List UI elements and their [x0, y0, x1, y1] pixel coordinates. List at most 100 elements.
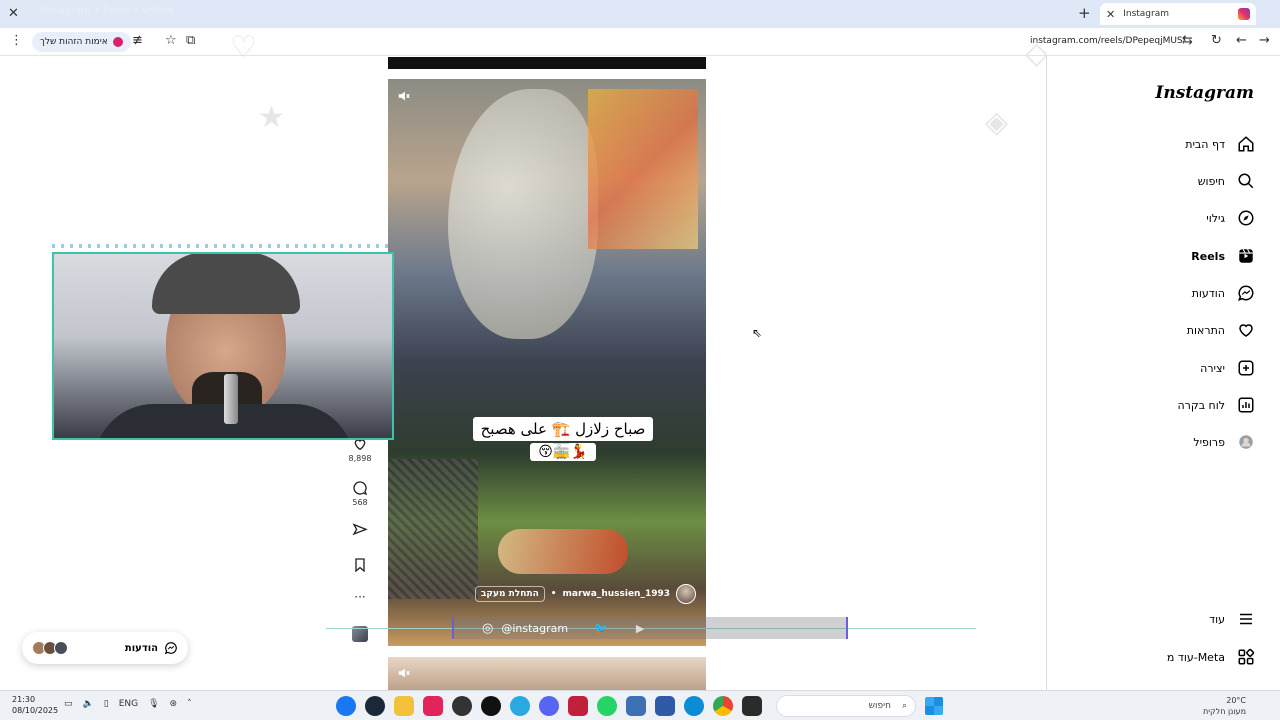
windows-start-icon[interactable] — [925, 697, 943, 715]
comments-count: 568 — [352, 498, 368, 507]
plus-square-icon — [1238, 360, 1254, 376]
new-tab-button[interactable]: + — [1078, 4, 1091, 22]
verify-identity-button[interactable]: אימות הזהות שלך — [32, 32, 131, 52]
video-content — [388, 459, 478, 599]
sidebar-item-home[interactable]: דף הבית — [1046, 129, 1280, 159]
comment-action[interactable]: 568 — [346, 480, 374, 507]
instagram-favicon-icon — [1238, 8, 1250, 20]
sidebar-item-search[interactable]: חיפוש — [1046, 166, 1280, 196]
sidebar-item-label: גילוי — [1206, 211, 1225, 225]
sidebar-item-explore[interactable]: גילוי — [1046, 203, 1280, 233]
taskbar-search[interactable]: חיפוש ⌕ — [776, 695, 916, 717]
network-icon[interactable]: ▯ — [104, 699, 109, 709]
stream-social-bar: ◎ @instagram 🐦 ▶ — [452, 617, 848, 639]
sidebar-item-profile[interactable]: פרופיל — [1046, 427, 1280, 457]
edge-icon[interactable] — [684, 696, 704, 716]
weather-temp: 20°C — [1226, 696, 1246, 705]
sidebar-item-label: התראות — [1186, 323, 1225, 337]
messages-label: הודעות — [124, 642, 158, 654]
terminal-icon[interactable] — [742, 696, 762, 716]
forward-icon[interactable]: → — [1259, 33, 1270, 48]
mute-icon[interactable] — [397, 666, 411, 680]
sidebar-item-notifications[interactable]: התראות — [1046, 315, 1280, 345]
microphone — [224, 374, 238, 424]
clock[interactable]: 21:30 08/10/2025 — [12, 694, 58, 716]
heart-decoration-icon: ♡ — [230, 30, 257, 65]
clock-time: 21:30 — [12, 695, 36, 704]
bookmark-icon[interactable] — [352, 557, 368, 573]
sidebar-item-label: עוד — [1209, 612, 1225, 626]
steam-icon[interactable] — [365, 696, 385, 716]
weather-widget[interactable]: 20°C מעונן חלקית — [1203, 695, 1246, 717]
send-icon[interactable] — [352, 522, 368, 538]
more-options-icon[interactable]: ··· — [346, 590, 374, 604]
volume-icon[interactable]: 🔈 — [83, 699, 94, 709]
tiktok-icon[interactable] — [481, 696, 501, 716]
reading-list-icon[interactable]: ≢ — [132, 33, 143, 48]
close-icon[interactable]: ✕ — [1106, 8, 1115, 21]
next-reel[interactable] — [388, 657, 706, 690]
whatsapp-icon[interactable] — [597, 696, 617, 716]
follow-button[interactable]: התחלת מעקב — [474, 586, 545, 602]
store-icon[interactable] — [655, 696, 675, 716]
search-icon — [1238, 173, 1254, 189]
reload-icon[interactable]: ↻ — [1211, 33, 1222, 48]
instagram-logo[interactable]: Instagram — [1155, 83, 1254, 103]
microphone-icon[interactable]: 🎙 — [148, 699, 159, 709]
sidebar-item-create[interactable]: יצירה — [1046, 353, 1280, 383]
grid-icon — [1238, 648, 1255, 665]
mouse-cursor-icon: ⇖ — [752, 326, 763, 340]
sidebar-item-reels[interactable]: Reels — [1046, 241, 1280, 271]
sidebar-item-label: יצירה — [1200, 361, 1225, 375]
sidebar-item-also-from-meta[interactable]: עוד מ-Meta — [1046, 642, 1280, 672]
kebab-menu-icon[interactable]: ⋮ — [10, 33, 23, 48]
comment-icon[interactable] — [352, 480, 368, 496]
chrome-icon[interactable] — [713, 696, 733, 716]
streamer-cap — [152, 254, 300, 314]
battery-icon[interactable]: ▭ — [64, 699, 73, 709]
tab-instagram[interactable]: ✕ Instagram — [1100, 3, 1256, 25]
back-icon[interactable]: ← — [1236, 33, 1247, 48]
obs-icon[interactable] — [452, 696, 472, 716]
language-indicator[interactable]: ENG — [119, 699, 138, 709]
close-icon[interactable]: ✕ — [8, 6, 19, 21]
share-action[interactable] — [346, 522, 374, 540]
sidebar-item-more[interactable]: עוד — [1046, 604, 1280, 634]
compass-icon — [1238, 210, 1254, 226]
video-content — [588, 89, 698, 249]
separator-dot: • — [550, 589, 557, 599]
sidebar-item-label: לוח בקרה — [1177, 398, 1226, 412]
address-bar[interactable]: instagram.com/reels/DPepeqjMUS/ — [1030, 36, 1186, 46]
mute-icon[interactable] — [397, 89, 411, 103]
like-action[interactable]: 8,898 — [346, 436, 374, 463]
sidebar-item-label: Reels — [1191, 249, 1225, 263]
system-tray: ▭ 🔈 ▯ ENG 🎙 ⊛ ˄ — [64, 699, 192, 709]
tiktok-studio-icon[interactable] — [423, 696, 443, 716]
star-decoration-icon: ★ — [258, 100, 285, 135]
video-content — [498, 529, 628, 574]
reel-username[interactable]: marwa_hussien_1993 — [563, 589, 670, 599]
messages-floating-button[interactable]: הודעות — [22, 632, 188, 664]
sidebar-item-dashboard[interactable]: לוח בקרה — [1046, 390, 1280, 420]
app-tray-icon[interactable]: ⊛ — [170, 699, 178, 709]
avatar[interactable] — [676, 584, 696, 604]
messenger-icon — [164, 642, 177, 655]
reel-video[interactable]: صباح زلازل 🏗️ على هصبح 😚🚋💃 התחלת מעקב • … — [388, 79, 706, 646]
app-icon[interactable] — [568, 696, 588, 716]
youtube-icon: ▶ — [635, 621, 645, 635]
sidebar-item-messages[interactable]: הודעות — [1046, 278, 1280, 308]
previous-reel[interactable] — [388, 57, 706, 69]
overlay-dots — [52, 244, 392, 248]
share-icon[interactable]: ⧉ — [186, 33, 195, 48]
save-action[interactable] — [346, 557, 374, 575]
sidebar-item-label: פרופיל — [1193, 435, 1225, 449]
facebook-icon[interactable] — [336, 696, 356, 716]
app-icon[interactable] — [510, 696, 530, 716]
star-icon[interactable]: ☆ — [165, 33, 177, 48]
site-settings-icon[interactable]: ⇆ — [1182, 33, 1193, 48]
calculator-icon[interactable] — [626, 696, 646, 716]
discord-icon[interactable] — [539, 696, 559, 716]
file-explorer-icon[interactable] — [394, 696, 414, 716]
weather-desc: מעונן חלקית — [1202, 707, 1246, 716]
chevron-up-icon[interactable]: ˄ — [187, 699, 192, 709]
